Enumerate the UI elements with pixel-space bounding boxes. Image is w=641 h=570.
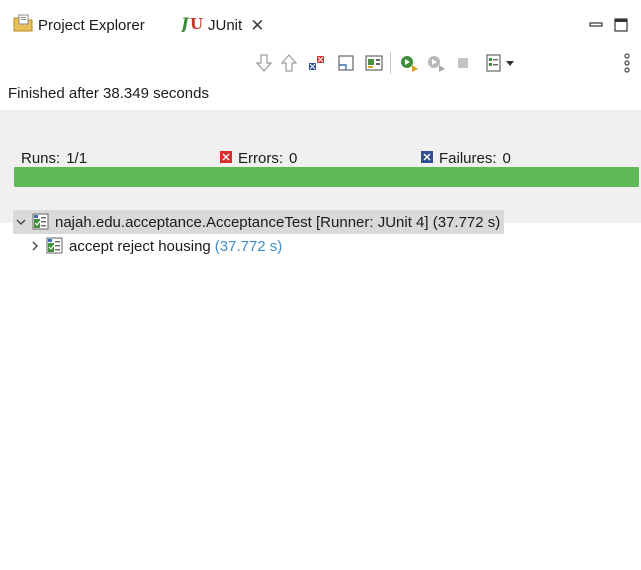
svg-text:J: J <box>181 14 190 32</box>
runs-counter: Runs: 1/1 <box>21 150 87 167</box>
junit-toolbar <box>0 50 641 78</box>
junit-icon: J U <box>178 14 203 36</box>
run-status-text: Finished after 38.349 seconds <box>8 85 209 102</box>
chevron-down-icon[interactable] <box>13 216 29 228</box>
scroll-lock-icon[interactable] <box>334 50 358 76</box>
view-menu-more-icon[interactable] <box>620 50 634 76</box>
minimize-icon[interactable] <box>589 14 603 36</box>
project-explorer-icon <box>13 14 33 36</box>
maximize-icon[interactable] <box>614 14 628 36</box>
failures-counter: Failures: 0 <box>421 150 511 167</box>
errors-counter: Errors: 0 <box>220 150 297 167</box>
tab-label-project-explorer: Project Explorer <box>38 16 145 34</box>
view-tab-bar: Project Explorer J U JUnit ✕ <box>0 0 641 40</box>
tree-row-test-class[interactable]: najah.edu.acceptance.AcceptanceTest [Run… <box>13 210 505 234</box>
rerun-failed-first-icon[interactable] <box>424 50 448 76</box>
failures-value: 0 <box>502 150 511 167</box>
error-icon <box>220 150 232 167</box>
svg-text:U: U <box>190 15 203 32</box>
test-suite-success-icon <box>32 213 50 231</box>
stop-icon[interactable] <box>451 50 475 76</box>
runs-label: Runs: <box>21 150 61 167</box>
tab-project-explorer[interactable]: Project Explorer <box>13 14 145 36</box>
tree-time-test-method: (37.772 s) <box>214 237 283 255</box>
rerun-test-icon[interactable] <box>397 50 421 76</box>
chevron-right-icon[interactable] <box>27 240 43 252</box>
failures-label: Failures: <box>439 150 497 167</box>
toolbar-separator <box>388 50 392 76</box>
show-skipped-only-icon[interactable] <box>363 50 387 76</box>
tab-junit[interactable]: J U JUnit ✕ <box>178 14 264 36</box>
tree-label-test-class: najah.edu.acceptance.AcceptanceTest [Run… <box>55 213 501 231</box>
test-success-icon <box>46 237 64 255</box>
close-icon[interactable]: ✕ <box>250 17 264 34</box>
view-menu-chevron-icon[interactable] <box>502 50 518 76</box>
tab-label-junit: JUnit <box>208 16 243 34</box>
failure-icon <box>421 150 433 167</box>
tree-row-test-method[interactable]: accept reject housing (37.772 s) <box>27 234 282 258</box>
previous-failure-icon[interactable] <box>277 50 301 76</box>
runs-value: 1/1 <box>66 150 88 167</box>
next-failure-icon[interactable] <box>252 50 276 76</box>
test-progress-bar <box>14 167 639 187</box>
show-failures-only-icon[interactable] <box>305 50 329 76</box>
tree-label-test-method: accept reject housing <box>69 237 211 255</box>
errors-value: 0 <box>289 150 298 167</box>
errors-label: Errors: <box>238 150 283 167</box>
